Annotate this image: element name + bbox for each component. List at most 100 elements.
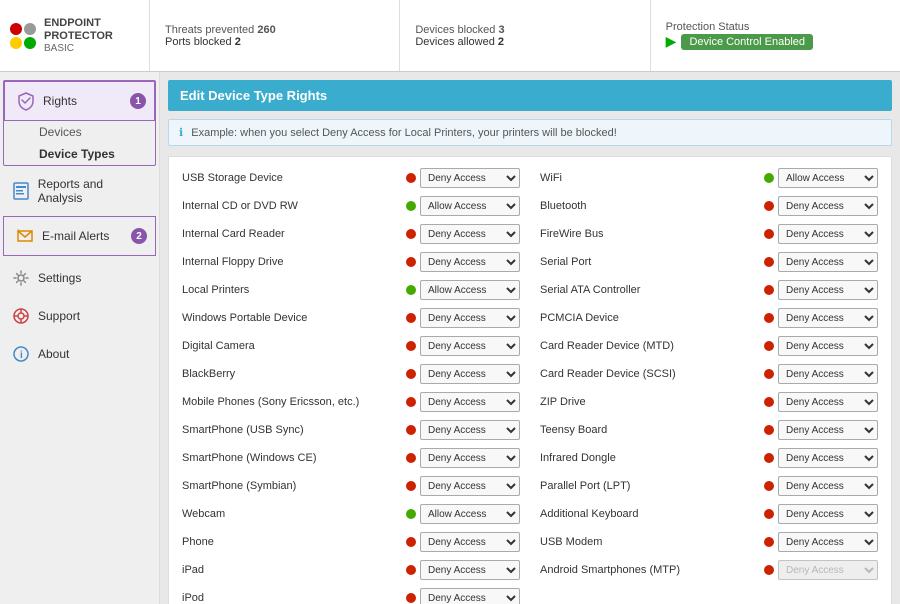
status-dot: [406, 313, 416, 323]
sidebar-item-rights[interactable]: Rights 1: [4, 81, 155, 121]
status-dot: [764, 425, 774, 435]
device-access-select[interactable]: Deny AccessAllow Access: [778, 560, 878, 580]
device-access-select[interactable]: Deny AccessAllow Access: [778, 364, 878, 384]
device-select-wrap: Deny AccessAllow Access: [406, 448, 520, 468]
device-access-select[interactable]: Deny AccessAllow Access: [420, 280, 520, 300]
status-dot: [406, 481, 416, 491]
device-name-label: Internal Floppy Drive: [182, 256, 406, 268]
device-access-select[interactable]: Deny AccessAllow Access: [420, 196, 520, 216]
device-select-wrap: Deny AccessAllow Access: [406, 308, 520, 328]
device-access-select[interactable]: Deny AccessAllow Access: [778, 504, 878, 524]
device-select-wrap: Deny AccessAllow Access: [406, 532, 520, 552]
device-access-select[interactable]: Deny AccessAllow Access: [778, 476, 878, 496]
sidebar-item-reports[interactable]: Reports and Analysis: [0, 169, 159, 213]
device-name-label: Internal Card Reader: [182, 228, 406, 240]
device-access-select[interactable]: Deny AccessAllow Access: [420, 392, 520, 412]
device-access-select[interactable]: Deny AccessAllow Access: [420, 448, 520, 468]
status-dot: [764, 537, 774, 547]
rights-label: Rights: [43, 94, 77, 108]
device-list-left: USB Storage DeviceDeny AccessAllow Acces…: [177, 165, 525, 604]
device-select-wrap: Deny AccessAllow Access: [764, 504, 878, 524]
device-access-select[interactable]: Deny AccessAllow Access: [420, 336, 520, 356]
status-arrow-icon: ▶: [666, 33, 677, 50]
device-access-select[interactable]: Deny AccessAllow Access: [420, 420, 520, 440]
stat-label-blocked: Devices blocked 3: [415, 24, 634, 36]
device-access-select[interactable]: Deny AccessAllow Access: [420, 364, 520, 384]
device-access-select[interactable]: Deny AccessAllow Access: [778, 196, 878, 216]
status-dot: [764, 341, 774, 351]
device-name-label: PCMCIA Device: [540, 312, 764, 324]
stat-label-threats: Threats prevented 260: [165, 24, 384, 36]
info-bar: ℹ Example: when you select Deny Access f…: [168, 119, 892, 146]
device-select-wrap: Deny AccessAllow Access: [406, 560, 520, 580]
device-row: WebcamDeny AccessAllow Access: [177, 501, 525, 527]
device-access-select[interactable]: Deny AccessAllow Access: [778, 420, 878, 440]
stat-label-protection: Protection Status: [666, 21, 885, 33]
device-select-wrap: Deny AccessAllow Access: [406, 504, 520, 524]
device-name-label: SmartPhone (Windows CE): [182, 452, 406, 464]
device-row: Local Printers Deny AccessAllow Access: [177, 277, 525, 303]
device-select-wrap: Deny AccessAllow Access: [764, 420, 878, 440]
device-access-select[interactable]: Deny AccessAllow Access: [778, 336, 878, 356]
status-dot: [764, 369, 774, 379]
status-dot: [764, 453, 774, 463]
device-name-label: Phone: [182, 536, 406, 548]
sidebar-item-email[interactable]: ! E-mail Alerts 2: [3, 216, 156, 256]
device-access-select[interactable]: Deny AccessAllow Access: [778, 308, 878, 328]
device-name-label: Additional Keyboard: [540, 508, 764, 520]
device-access-select[interactable]: Deny AccessAllow Access: [420, 168, 520, 188]
device-name-label: Infrared Dongle: [540, 452, 764, 464]
support-label: Support: [38, 309, 80, 323]
device-select-wrap: Deny AccessAllow Access: [764, 392, 878, 412]
device-access-select[interactable]: Deny AccessAllow Access: [420, 504, 520, 524]
device-access-select[interactable]: Deny AccessAllow Access: [420, 308, 520, 328]
device-access-select[interactable]: Deny AccessAllow Access: [420, 224, 520, 244]
device-name-label: Bluetooth: [540, 200, 764, 212]
device-access-select[interactable]: Deny AccessAllow Access: [420, 532, 520, 552]
device-access-select[interactable]: Deny AccessAllow Access: [778, 252, 878, 272]
device-select-wrap: Deny AccessAllow Access: [406, 588, 520, 604]
reports-icon: [10, 180, 32, 202]
device-access-select[interactable]: Deny AccessAllow Access: [778, 224, 878, 244]
device-row: iPodDeny AccessAllow Access: [177, 585, 525, 604]
device-access-select[interactable]: Deny AccessAllow Access: [420, 252, 520, 272]
stat-block-devices: Devices blocked 3 Devices allowed 2: [400, 0, 650, 71]
device-name-label: Local Printers: [182, 284, 406, 296]
device-name-label: ZIP Drive: [540, 396, 764, 408]
sidebar-item-support[interactable]: Support: [0, 297, 159, 335]
device-access-select[interactable]: Deny AccessAllow Access: [778, 448, 878, 468]
logo-text: ENDPOINT PROTECTOR BASIC: [44, 17, 139, 54]
device-access-select[interactable]: Deny AccessAllow Access: [778, 168, 878, 188]
sidebar-sub-devices[interactable]: Devices: [4, 121, 155, 143]
device-row: Digital CameraDeny AccessAllow Access: [177, 333, 525, 359]
about-label: About: [38, 347, 69, 361]
device-name-label: Mobile Phones (Sony Ericsson, etc.): [182, 396, 406, 408]
device-access-select[interactable]: Deny AccessAllow Access: [778, 392, 878, 412]
rights-group: Rights 1 Devices Device Types: [3, 80, 156, 166]
svg-text:!: !: [17, 228, 19, 237]
device-name-label: Serial Port: [540, 256, 764, 268]
stat-value-allowed: Devices allowed 2: [415, 36, 634, 48]
device-access-select[interactable]: Deny AccessAllow Access: [420, 588, 520, 604]
device-access-select[interactable]: Deny AccessAllow Access: [420, 560, 520, 580]
device-access-select[interactable]: Deny AccessAllow Access: [778, 280, 878, 300]
device-select-wrap: Deny AccessAllow Access: [764, 476, 878, 496]
status-dot: [406, 341, 416, 351]
device-name-label: Windows Portable Device: [182, 312, 406, 324]
sidebar-item-about[interactable]: i About: [0, 335, 159, 373]
tl-red: [10, 23, 22, 35]
device-access-select[interactable]: Deny AccessAllow Access: [778, 532, 878, 552]
status-dot: [406, 425, 416, 435]
device-access-select[interactable]: Deny AccessAllow Access: [420, 476, 520, 496]
email-badge: 2: [131, 228, 147, 244]
device-select-wrap: Deny AccessAllow Access: [406, 224, 520, 244]
sidebar-sub-device-types[interactable]: Device Types: [4, 143, 155, 165]
status-dot: [406, 397, 416, 407]
sidebar-item-settings[interactable]: Settings: [0, 259, 159, 297]
status-dot: [406, 565, 416, 575]
device-select-wrap: Deny AccessAllow Access: [764, 280, 878, 300]
settings-label: Settings: [38, 271, 81, 285]
status-dot: [406, 537, 416, 547]
device-row: Internal CD or DVD RWDeny AccessAllow Ac…: [177, 193, 525, 219]
device-row: Card Reader Device (MTD)Deny AccessAllow…: [535, 333, 883, 359]
